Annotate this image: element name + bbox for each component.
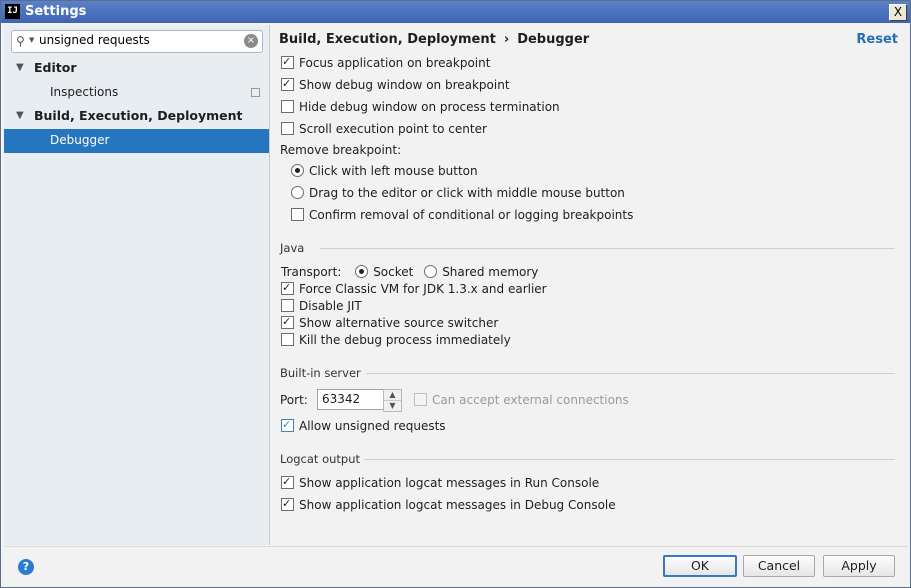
builtin-server-section-header: Built-in server xyxy=(280,366,895,380)
checkbox-box[interactable] xyxy=(281,299,294,312)
search-history-dropdown-icon[interactable]: ▼ xyxy=(29,36,34,44)
breadcrumb-current: Debugger xyxy=(517,32,590,47)
tree-item-build-execution-deployment[interactable]: ▼ Build, Execution, Deployment xyxy=(4,105,269,129)
checkbox-box[interactable] xyxy=(281,75,294,93)
checkbox-box[interactable] xyxy=(281,100,294,113)
radio-button[interactable] xyxy=(424,265,438,278)
tree-item-label: Debugger xyxy=(50,133,110,147)
breadcrumb: Build, Execution, Deployment › Debugger xyxy=(279,32,589,47)
tree-item-label: Inspections xyxy=(50,85,119,99)
focus-app-checkbox[interactable]: Focus application on breakpoint xyxy=(281,53,490,72)
checkbox-box[interactable] xyxy=(414,393,427,406)
java-section-header: Java xyxy=(280,241,895,255)
allow-unsigned-requests-checkbox[interactable]: Allow unsigned requests xyxy=(281,416,446,435)
tree-item-label: Editor xyxy=(34,60,77,75)
show-debug-window-checkbox[interactable]: Show debug window on breakpoint xyxy=(281,75,510,94)
checkbox-box[interactable] xyxy=(281,495,294,513)
intellij-logo-icon: IJ xyxy=(5,4,20,19)
click-left-radio[interactable]: Click with left mouse button xyxy=(291,162,478,180)
search-icon[interactable]: ⚲ xyxy=(16,34,25,48)
settings-sidebar: ⚲ ▼ × ▼ Editor Inspections ▼ Build, Exec… xyxy=(4,25,270,545)
breadcrumb-parent: Build, Execution, Deployment xyxy=(279,32,496,47)
show-alt-source-checkbox[interactable]: Show alternative source switcher xyxy=(281,313,498,332)
tree-item-label: Build, Execution, Deployment xyxy=(34,108,243,123)
help-icon[interactable]: ? xyxy=(18,559,34,575)
socket-radio[interactable]: Socket xyxy=(355,265,413,279)
logcat-section-header: Logcat output xyxy=(280,452,895,466)
radio-button[interactable] xyxy=(355,265,369,278)
port-spinner[interactable]: ▲ ▼ xyxy=(383,389,402,412)
chevron-down-icon[interactable]: ▼ xyxy=(16,57,24,79)
checkbox-box[interactable] xyxy=(291,208,304,221)
settings-search: ⚲ ▼ × xyxy=(11,30,263,53)
checkbox-box[interactable] xyxy=(281,53,294,71)
breadcrumb-separator: › xyxy=(503,32,510,47)
remove-breakpoint-label: Remove breakpoint: xyxy=(280,143,402,157)
window-title: Settings xyxy=(25,4,87,19)
can-accept-external-checkbox[interactable]: Can accept external connections xyxy=(414,391,629,409)
tree-item-editor[interactable]: ▼ Editor xyxy=(4,57,269,81)
port-input[interactable]: 63342 xyxy=(317,389,387,410)
spinner-down-icon[interactable]: ▼ xyxy=(384,401,401,411)
confirm-removal-checkbox[interactable]: Confirm removal of conditional or loggin… xyxy=(291,206,633,224)
ok-button[interactable]: OK xyxy=(663,555,737,577)
radio-button[interactable] xyxy=(291,186,304,199)
clear-search-icon[interactable]: × xyxy=(244,34,258,48)
logcat-run-console-checkbox[interactable]: Show application logcat messages in Run … xyxy=(281,473,599,492)
force-classic-vm-checkbox[interactable]: Force Classic VM for JDK 1.3.x and earli… xyxy=(281,279,547,298)
scroll-exec-point-checkbox[interactable]: Scroll execution point to center xyxy=(281,120,487,138)
port-label: Port: xyxy=(280,393,308,407)
checkbox-box[interactable] xyxy=(281,313,294,331)
checkbox-box[interactable] xyxy=(281,122,294,135)
project-settings-icon xyxy=(251,88,260,97)
tree-item-debugger[interactable]: Debugger xyxy=(4,129,269,153)
tree-item-inspections[interactable]: Inspections xyxy=(4,81,269,105)
transport-label: Transport: xyxy=(281,265,342,279)
radio-button[interactable] xyxy=(291,164,304,177)
checkbox-box[interactable] xyxy=(281,333,294,346)
shared-memory-radio[interactable]: Shared memory xyxy=(424,265,538,279)
transport-row: Transport: Socket Shared memory xyxy=(281,263,538,281)
checkbox-box[interactable] xyxy=(281,279,294,297)
close-window-button[interactable]: X xyxy=(889,4,907,21)
kill-debug-process-checkbox[interactable]: Kill the debug process immediately xyxy=(281,331,511,349)
hide-debug-window-checkbox[interactable]: Hide debug window on process termination xyxy=(281,98,560,116)
dialog-footer: ? OK Cancel Apply xyxy=(4,546,908,587)
disable-jit-checkbox[interactable]: Disable JIT xyxy=(281,297,362,315)
drag-editor-radio[interactable]: Drag to the editor or click with middle … xyxy=(291,184,625,202)
checkbox-box[interactable] xyxy=(281,473,294,491)
chevron-down-icon[interactable]: ▼ xyxy=(16,105,24,127)
search-input[interactable] xyxy=(39,33,239,47)
spinner-up-icon[interactable]: ▲ xyxy=(384,390,401,401)
cancel-button[interactable]: Cancel xyxy=(743,555,815,577)
settings-window: IJ Settings X ⚲ ▼ × ▼ Editor Inspections… xyxy=(0,0,911,588)
reset-link[interactable]: Reset xyxy=(856,32,898,47)
apply-button[interactable]: Apply xyxy=(823,555,895,577)
debugger-settings-panel: Build, Execution, Deployment › Debugger Re… xyxy=(271,25,907,545)
checkbox-box[interactable] xyxy=(281,416,294,434)
logcat-debug-console-checkbox[interactable]: Show application logcat messages in Debu… xyxy=(281,495,616,514)
title-bar: IJ Settings X xyxy=(1,1,910,23)
